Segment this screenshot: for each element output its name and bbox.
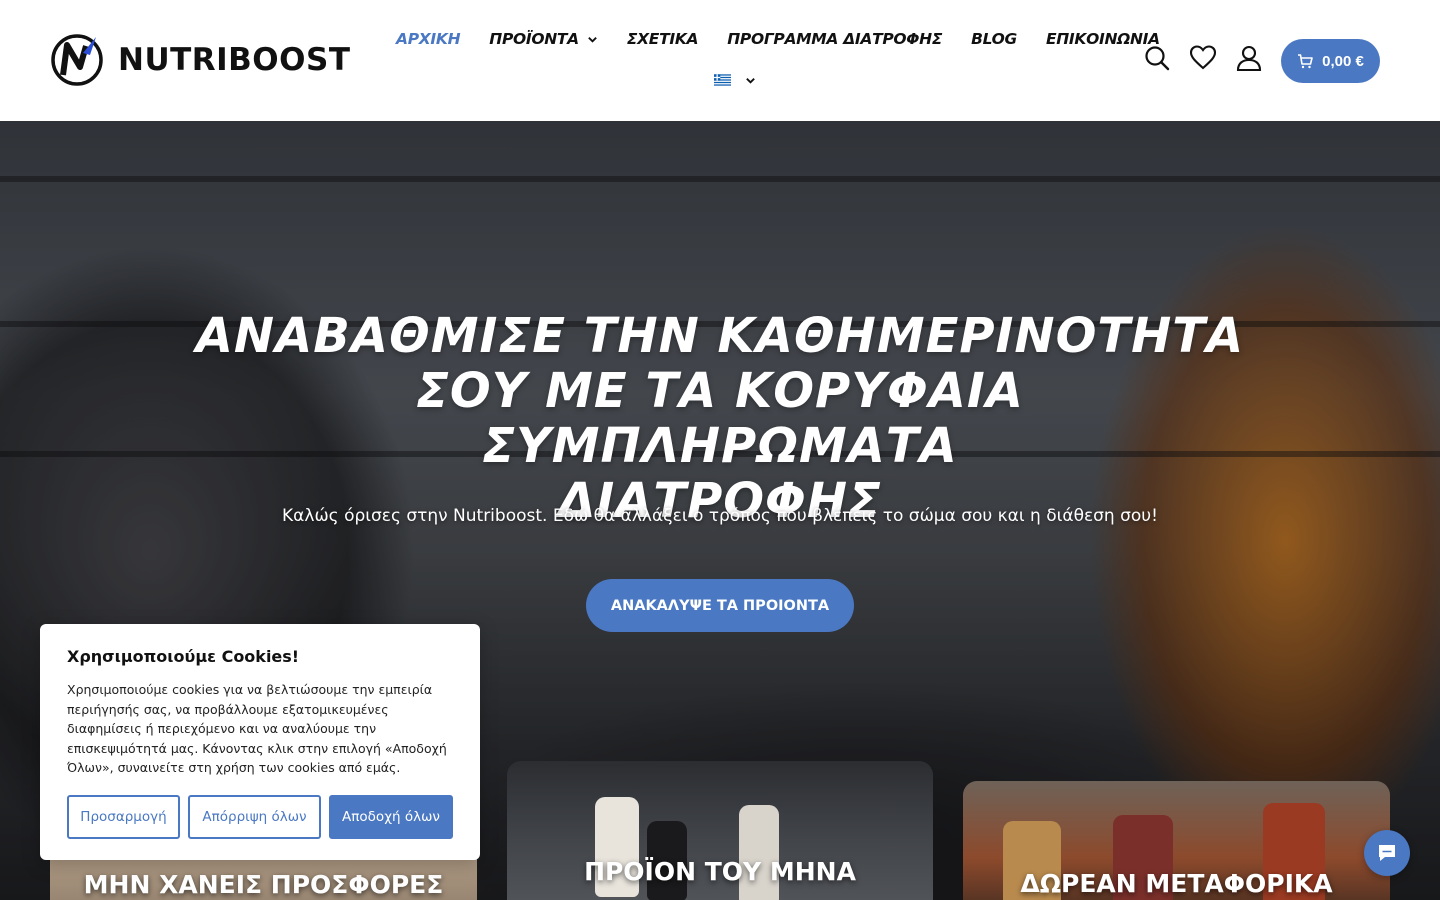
chat-widget-button[interactable]	[1364, 830, 1410, 876]
chevron-down-icon	[588, 36, 597, 43]
user-icon[interactable]	[1235, 44, 1263, 72]
cart-total: 0,00 €	[1322, 52, 1364, 70]
promo-card-product-of-month[interactable]: ΠΡΟΪΟΝ ΤΟΥ ΜΗΝΑ	[507, 761, 933, 900]
promo-card-label: ΔΩΡΕΑΝ ΜΕΤΑΦΟΡΙΚΑ	[1020, 869, 1333, 898]
nav-item-products[interactable]: ΠΡΟΪΟΝΤΑ	[489, 30, 598, 48]
cookie-customize-button[interactable]: Προσαρμογή	[67, 795, 180, 839]
hero-title-line: ΣΟΥ ΜΕ ΤΑ ΚΟΡΥΦΑΙΑ ΣΥΜΠΛΗΡΩΜΑΤΑ	[416, 363, 1024, 474]
nutriboost-logo-icon	[51, 34, 103, 86]
cookie-accept-all-button[interactable]: Αποδοχή όλων	[329, 795, 453, 839]
cookie-description: Χρησιμοποιούμε cookies για να βελτιώσουμ…	[67, 682, 447, 776]
header-actions	[1143, 44, 1263, 72]
cookie-reject-all-button[interactable]: Απόρριψη όλων	[188, 795, 321, 839]
cart-icon	[1298, 54, 1313, 69]
search-icon[interactable]	[1143, 44, 1171, 72]
chevron-down-icon	[746, 77, 755, 84]
nav-item-label: ΣΧΕΤΙΚΑ	[626, 30, 699, 48]
hero-title-line: ΑΝΑΒΑΘΜΙΣΕ ΤΗΝ ΚΑΘΗΜΕΡΙΝΟΤΗΤΑ	[195, 308, 1245, 364]
promo-card-label: ΠΡΟΪΟΝ ΤΟΥ ΜΗΝΑ	[584, 857, 856, 886]
promo-card-label: ΜΗΝ ΧΑΝΕΙΣ ΠΡΟΣΦΟΡΕΣ	[83, 870, 444, 899]
heart-icon[interactable]	[1189, 44, 1217, 72]
nav-item-blog[interactable]: BLOG	[971, 30, 1017, 48]
nav-item-label: ΑΡΧΙΚΗ	[396, 30, 461, 48]
greek-flag-icon	[714, 74, 731, 86]
nav-item-about[interactable]: ΣΧΕΤΙΚΑ	[626, 30, 699, 48]
nav-item-label: ΠΡΟΓΡΑΜΜΑ ΔΙΑΤΡΟΦΗΣ	[727, 30, 943, 48]
nav-item-label: ΠΡΟΪΟΝΤΑ	[489, 30, 579, 48]
main-nav: ΑΡΧΙΚΗ ΠΡΟΪΟΝΤΑ ΣΧΕΤΙΚΑ ΠΡΟΓΡΑΜΜΑ ΔΙΑΤΡΟ…	[396, 30, 1189, 48]
brand-name: NUTRIBOOST	[118, 42, 351, 78]
cart-button[interactable]: 0,00 €	[1281, 39, 1380, 83]
promo-card-free-shipping[interactable]: ΔΩΡΕΑΝ ΜΕΤΑΦΟΡΙΚΑ	[963, 781, 1390, 900]
brand-logo[interactable]: NUTRIBOOST	[50, 33, 350, 87]
site-header: NUTRIBOOST ΑΡΧΙΚΗ ΠΡΟΪΟΝΤΑ ΣΧΕΤΙΚΑ ΠΡΟΓΡ…	[0, 0, 1440, 121]
discover-products-button[interactable]: ΑΝΑΚΑΛΥΨΕ ΤΑ ΠΡΟΙΟΝΤΑ	[586, 579, 854, 632]
cookie-title: Χρησιμοποιούμε Cookies!	[67, 647, 300, 666]
cookie-consent-banner: Χρησιμοποιούμε Cookies! Χρησιμοποιούμε c…	[40, 624, 480, 860]
chat-bubble-icon	[1379, 845, 1395, 861]
nav-item-nutrition-program[interactable]: ΠΡΟΓΡΑΜΜΑ ΔΙΑΤΡΟΦΗΣ	[727, 30, 942, 48]
nav-item-label: BLOG	[971, 30, 1017, 48]
hero-title: ΑΝΑΒΑΘΜΙΣΕ ΤΗΝ ΚΑΘΗΜΕΡΙΝΟΤΗΤΑ ΣΟΥ ΜΕ ΤΑ …	[180, 309, 1260, 529]
nav-item-home[interactable]: ΑΡΧΙΚΗ	[396, 30, 461, 48]
language-switcher[interactable]	[714, 74, 756, 86]
hero-subtitle: Καλώς όρισες στην Nutriboost. Εδώ θα αλλ…	[282, 506, 1158, 526]
